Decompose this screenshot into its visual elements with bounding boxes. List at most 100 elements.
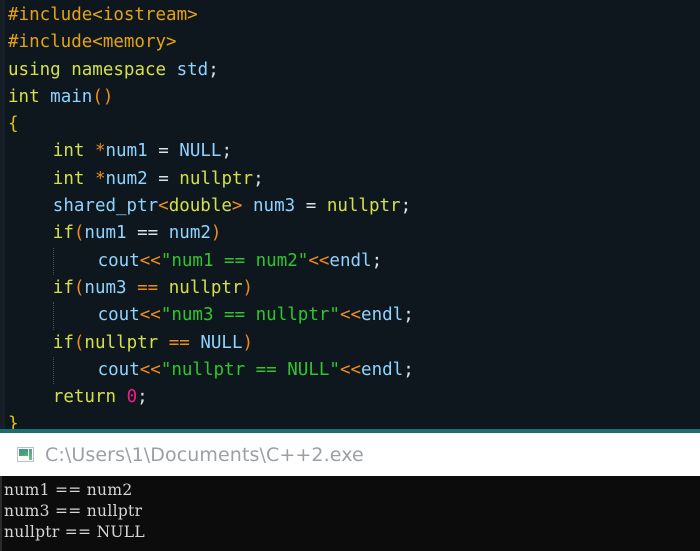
console-output-line: nullptr == NULL [4,523,145,541]
console-window[interactable]: C:\Users\1\Documents\C++2.exe num1 == nu… [0,433,700,551]
console-window-icon [17,447,34,462]
code-token: ; [208,59,219,80]
code-line-content: int *num2 = nullptr; [8,169,264,189]
code-token: = [158,141,169,162]
code-line[interactable]: int main() [0,84,700,111]
console-scrollbar[interactable] [0,476,2,551]
code-token: == [168,332,190,353]
console-output-line: num3 == nullptr [4,502,143,520]
indent-guide [53,247,55,275]
code-token: } [8,414,19,429]
code-line-content: cout<<"num3 == nullptr"<<endl; [8,305,414,325]
code-line[interactable]: int *num2 = nullptr; [0,166,700,193]
code-line[interactable]: int *num1 = NULL; [0,138,700,165]
code-line[interactable]: #include<iostream> [0,2,700,29]
code-line[interactable]: using namespace std; [0,57,700,84]
code-line-content: #include<iostream> [8,5,198,25]
code-token: << [139,250,161,271]
code-token: num2 [168,223,211,244]
code-editor[interactable]: #include<iostream> #include<memory> using … [0,0,700,429]
console-icon-base [19,457,28,460]
code-token: num3 [253,196,296,217]
code-token: ; [221,141,232,162]
console-titlebar[interactable]: C:\Users\1\Documents\C++2.exe [0,433,700,476]
code-token: cout [97,305,140,326]
console-title-text: C:\Users\1\Documents\C++2.exe [45,443,364,466]
code-token: nullptr [326,196,401,217]
code-line-content: shared_ptr<double> num3 = nullptr; [8,196,411,216]
code-token: () [92,86,114,107]
code-token: ) [210,223,222,244]
code-token: double [168,196,232,217]
code-token: if [52,223,74,244]
code-token: ; [403,359,414,380]
code-token: endl [361,305,404,326]
indent-guide [53,302,55,330]
code-line-content: int main() [8,87,113,107]
code-token: ; [400,196,412,217]
code-token: << [139,359,161,380]
code-line[interactable]: } [0,411,700,429]
code-line[interactable]: return 0; [0,384,700,411]
code-token: > [231,196,243,217]
code-token: ; [371,250,383,271]
code-token: if [52,332,74,353]
code-token: num2 [105,168,148,189]
code-token: int [52,168,85,189]
code-token: int [8,86,40,107]
code-line[interactable]: { [0,111,700,138]
code-token: ; [137,387,148,408]
code-line[interactable]: if(num1 == num2) [0,220,700,247]
code-line[interactable]: #include<memory> [0,29,700,56]
code-token: if [52,277,74,298]
code-line-content: int *num1 = NULL; [8,141,232,161]
code-line[interactable]: shared_ptr<double> num3 = nullptr; [0,193,700,220]
code-token: ( [73,223,85,244]
code-token: ( [73,277,85,298]
code-token: #include<iostream> [8,5,198,25]
indent-guide [53,356,55,385]
code-line[interactable]: cout<<"num3 == nullptr"<<endl; [0,302,700,330]
code-token: using [8,59,61,80]
code-token: ) [242,277,254,298]
code-token: ) [242,332,254,353]
code-token: #include<memory> [8,32,177,53]
code-line[interactable]: if(num3 == nullptr) [0,275,700,302]
code-line[interactable]: if(nullptr == NULL) [0,330,700,357]
code-token: endl [329,250,372,271]
code-token: namespace [71,59,167,80]
code-line-content: if(num3 == nullptr) [8,278,253,298]
code-line-content: #include<memory> [8,32,177,52]
code-token: { [8,114,19,135]
console-output-area[interactable]: num1 == num2 num3 == nullptr nullptr == NU… [0,476,700,551]
code-token: nullptr [168,277,243,298]
code-text-area[interactable]: #include<iostream> #include<memory> using … [0,0,700,429]
code-line-content: } [8,414,19,429]
code-token: NULL [200,332,243,353]
code-token: < [158,196,169,217]
code-token: nullptr [179,168,254,189]
code-line-content: cout<<"num1 == num2"<<endl; [8,250,383,271]
code-token: num1 [84,223,127,244]
console-icon-screen [19,449,28,456]
screen-root: #include<iostream> #include<memory> using … [0,0,700,551]
code-token: "num3 == nullptr" [160,305,340,326]
code-token: "nullptr == NULL" [160,359,340,380]
code-line[interactable]: cout<<"nullptr == NULL"<<endl; [0,356,700,385]
code-token: ( [73,332,85,353]
code-line[interactable]: cout<<"num1 == num2"<<endl; [0,247,700,275]
